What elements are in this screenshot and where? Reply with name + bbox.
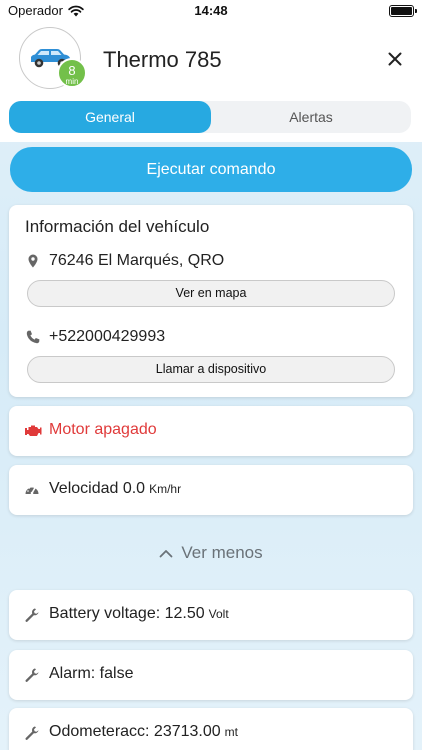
- sensor-label: Alarm: false: [49, 665, 134, 682]
- time-badge-unit: min: [65, 77, 79, 86]
- sensor-card: Alarm: false: [9, 650, 413, 700]
- wrench-icon: [25, 726, 39, 740]
- vehicle-title: Thermo 785: [103, 47, 222, 72]
- speed-card: Velocidad 0.0 Km/hr: [9, 465, 413, 515]
- sensor-text: Alarm: false: [49, 665, 133, 683]
- show-less-toggle[interactable]: Ver menos: [0, 543, 422, 563]
- status-bar: Operador 14:48: [0, 0, 422, 22]
- info-card-title: Información del vehículo: [25, 217, 210, 236]
- speed-text: Velocidad 0.0 Km/hr: [49, 480, 181, 498]
- sensor-card: Odometeracc: 23713.00 mt: [9, 708, 413, 750]
- tab-general[interactable]: General: [9, 101, 211, 133]
- vehicle-address: 76246 El Marqués, QRO: [49, 252, 225, 269]
- execute-command-button[interactable]: Ejecutar comando: [10, 147, 412, 192]
- close-icon: [388, 52, 402, 66]
- show-less-label: Ver menos: [181, 543, 263, 562]
- call-device-button[interactable]: Llamar a dispositivo: [27, 356, 395, 383]
- view-on-map-button[interactable]: Ver en mapa: [27, 280, 395, 307]
- time-badge-value: 8: [68, 63, 76, 78]
- speed-unit: Km/hr: [149, 482, 182, 496]
- close-button[interactable]: [382, 46, 408, 72]
- sensor-unit: Volt: [208, 607, 229, 621]
- sensor-text: Battery voltage: 12.50 Volt: [49, 605, 229, 623]
- sensor-label: Odometeracc: 23713.00: [49, 723, 221, 740]
- sensor-label: Battery voltage: 12.50: [49, 605, 205, 622]
- device-phone-number: +522000429993: [49, 328, 166, 345]
- sensor-card: Battery voltage: 12.50 Volt: [9, 590, 413, 640]
- motor-status-card: Motor apagado: [9, 406, 413, 456]
- location-pin-icon: [28, 254, 38, 268]
- speedometer-icon: [25, 486, 39, 495]
- engine-icon: [25, 425, 42, 436]
- wrench-icon: [25, 668, 39, 682]
- sensor-text: Odometeracc: 23713.00 mt: [49, 723, 238, 741]
- status-clock: 14:48: [194, 3, 228, 18]
- phone-icon: [26, 330, 40, 344]
- sensor-unit: mt: [224, 725, 239, 739]
- vehicle-info-card: Información del vehículo 76246 El Marqué…: [9, 205, 413, 397]
- tab-bar: General Alertas: [9, 101, 411, 133]
- chevron-up-icon: [159, 543, 173, 563]
- battery-icon: [389, 5, 417, 17]
- tab-alertas[interactable]: Alertas: [211, 101, 411, 133]
- speed-value: Velocidad 0.0: [49, 480, 146, 497]
- wrench-icon: [25, 608, 39, 622]
- time-badge: 8 min: [57, 58, 87, 88]
- motor-status-text: Motor apagado: [49, 421, 157, 438]
